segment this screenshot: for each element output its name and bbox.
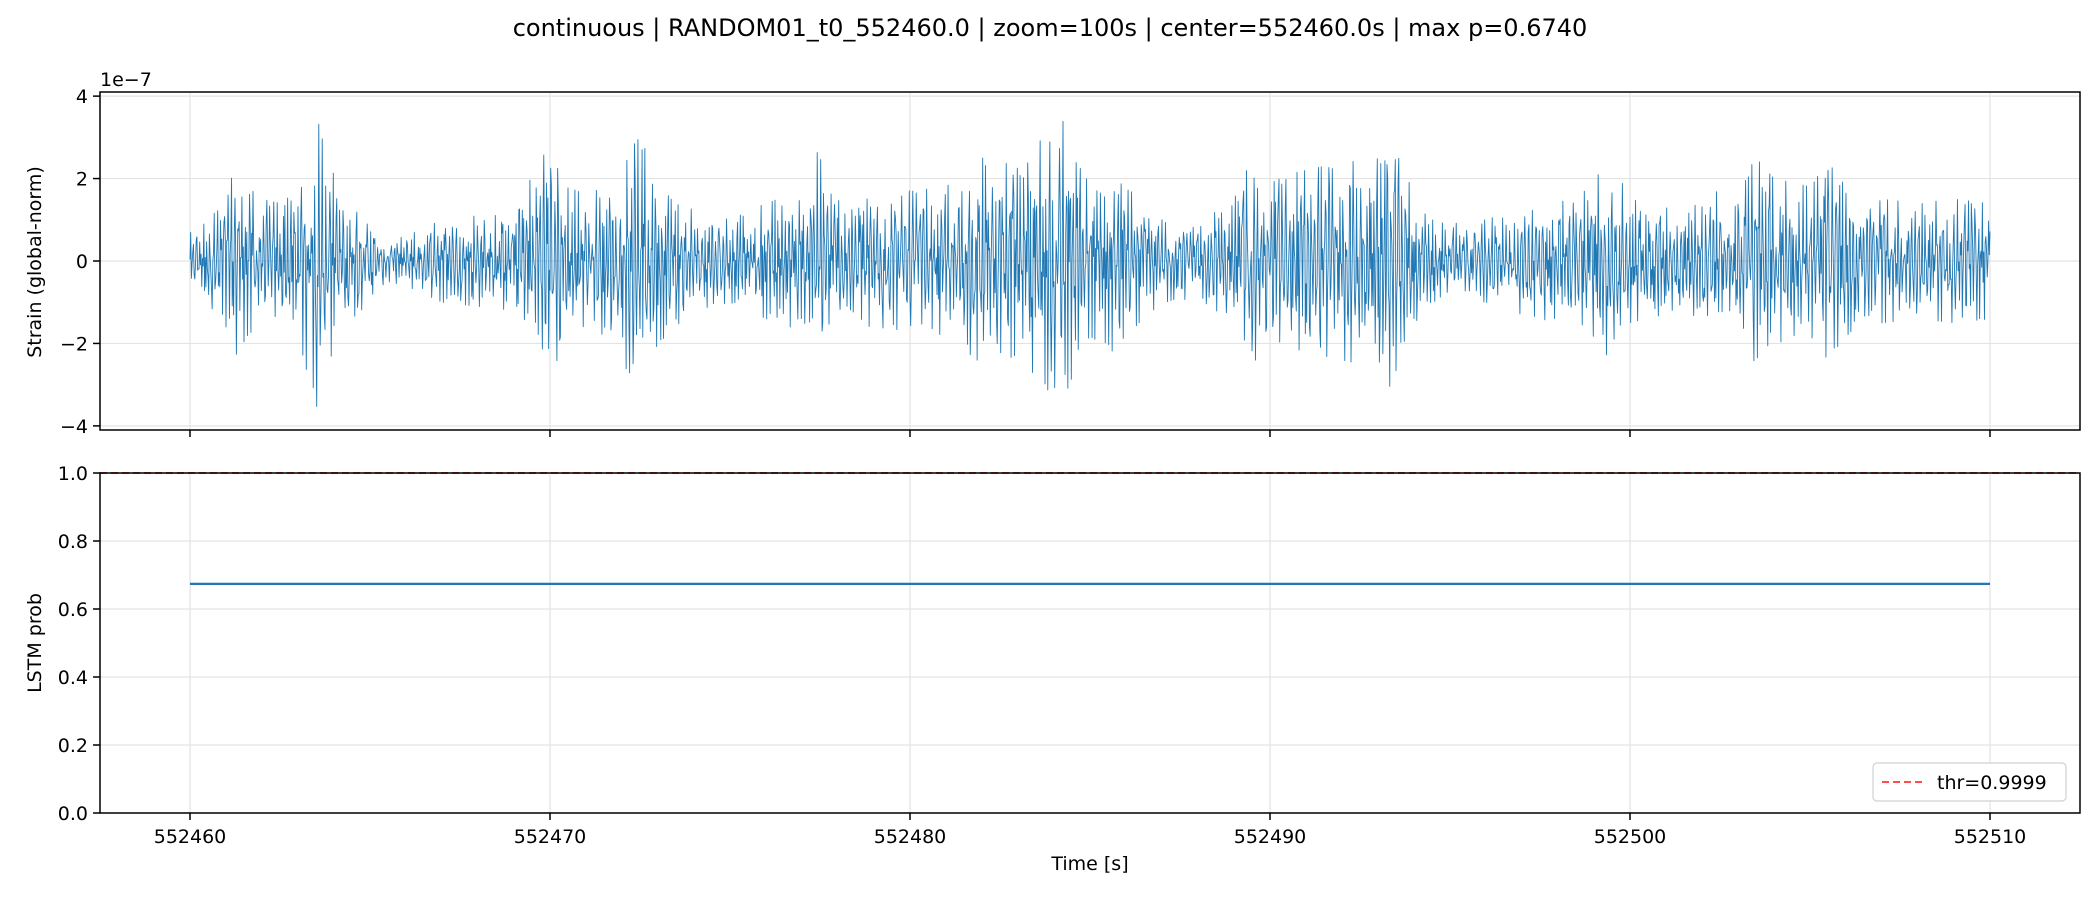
x-tick-label: 552470 <box>514 826 587 848</box>
lstm-y-tick-label: 0.0 <box>58 803 88 825</box>
legend: thr=0.9999 <box>1872 762 2067 802</box>
strain-x-ticks <box>189 430 1991 437</box>
lstm-grid <box>100 472 2080 814</box>
strain-line <box>189 120 1991 407</box>
strain-y-tick-label: 2 <box>76 169 88 191</box>
lstm-y-tick-label: 1.0 <box>58 463 88 485</box>
figure-title: continuous | RANDOM01_t0_552460.0 | zoom… <box>513 14 1588 42</box>
time-x-axis-label: Time [s] <box>1050 853 1128 875</box>
lstm-axes-frame <box>99 472 2081 814</box>
strain-y-tick-label: 4 <box>76 86 88 108</box>
strain-series <box>189 120 1991 407</box>
lstm-y-tick-label: 0.4 <box>58 667 88 689</box>
lstm-x-ticks: 552460 552470 552480 552490 552500 552510 <box>154 813 2027 848</box>
strain-panel: −4 −2 0 2 4 1e−7 Strain (global-norm) <box>24 69 2081 438</box>
x-tick-label: 552460 <box>154 826 227 848</box>
legend-threshold-label: thr=0.9999 <box>1937 772 2047 794</box>
x-tick-label: 552510 <box>1954 826 2027 848</box>
x-tick-label: 552480 <box>874 826 947 848</box>
lstm-y-tick-label: 0.6 <box>58 599 88 621</box>
strain-y-axis-label: Strain (global-norm) <box>24 166 46 358</box>
x-tick-label: 552500 <box>1594 826 1667 848</box>
lstm-y-tick-label: 0.2 <box>58 735 88 757</box>
strain-y-tick-label: −4 <box>60 416 88 438</box>
strain-y-tick-label: 0 <box>76 251 88 273</box>
lstm-y-axis-label: LSTM prob <box>24 593 46 693</box>
strain-y-ticks: −4 −2 0 2 4 <box>60 86 100 438</box>
x-tick-label: 552490 <box>1234 826 1307 848</box>
strain-y-tick-label: −2 <box>60 333 88 355</box>
figure: continuous | RANDOM01_t0_552460.0 | zoom… <box>24 14 2081 875</box>
lstm-y-ticks: 0.0 0.2 0.4 0.6 0.8 1.0 <box>58 463 100 825</box>
lstm-panel: 0.00.20.40.60.81.0 552460 552470 552480 552… <box>24 463 2081 875</box>
lstm-y-tick-label: 0.8 <box>58 531 88 553</box>
strain-y-scale-label: 1e−7 <box>100 69 152 91</box>
